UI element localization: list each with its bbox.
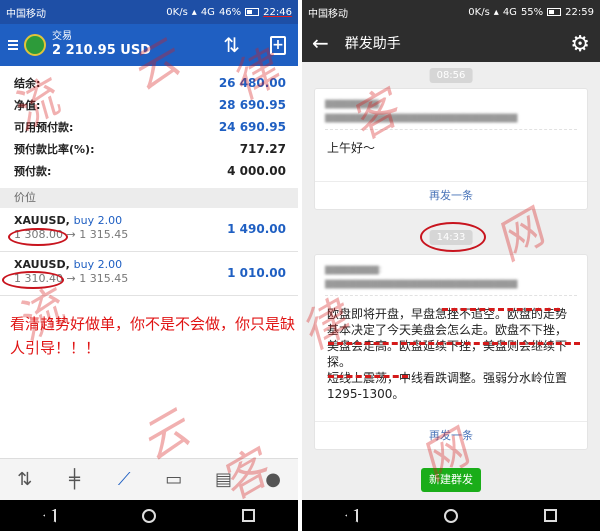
position-profit: 1 490.00 <box>227 222 286 236</box>
position-side: buy 2.00 <box>73 214 123 227</box>
page-title: 群发助手 <box>344 36 401 52</box>
summary-row: 可用预付款: 24 690.95 <box>14 116 286 138</box>
menu-icon[interactable] <box>8 40 18 50</box>
left-screenshot: 中国移动 0K/s ▴ 4G 46% 22:46 交易 2 210.95 USD… <box>0 0 298 531</box>
broadcast-message: 上午好～ <box>327 141 376 155</box>
broadcast-message: 欧盘即将开盘，早盘急挫不追空。欧盘的走势基本决定了今天美盘会怎么走。欧盘不下挫，… <box>327 307 568 401</box>
arrow-icon: → <box>66 228 76 241</box>
chat-icon[interactable]: ● <box>258 469 288 490</box>
quotes-icon[interactable]: ⇅ <box>10 469 40 490</box>
current-price: 1 315.45 <box>79 272 129 285</box>
app-bar: ← 群发助手 ⚙ <box>302 24 600 62</box>
summary-value: 28 690.95 <box>218 98 286 112</box>
bottom-nav: ⇅ ╪ ⟋ ▭ ▤ ● <box>0 458 298 500</box>
account-summary: 结余: 26 480.00 净值: 28 690.95 可用预付款: 24 69… <box>0 66 298 186</box>
gear-icon[interactable]: ⚙ <box>570 32 590 57</box>
broadcast-card: ▆▆▆▆▆▆▆: ▆▆▆▆▆▆▆▆▆▆▆▆▆▆▆▆▆▆▆▆▆▆▆▆▆ 欧盘即将开盘… <box>314 254 588 450</box>
annotation-circle <box>2 271 64 289</box>
app-bar: 交易 2 210.95 USD ⇅ + <box>0 24 298 66</box>
carrier-name: 中国移动 <box>308 8 348 20</box>
annotation-underline <box>442 308 560 311</box>
summary-row: 结余: 26 480.00 <box>14 72 286 94</box>
promo-text: 看清趋势好做单，你不是不会做，你只是缺人引导！！！ <box>10 315 296 357</box>
back-arrow-icon[interactable]: ← <box>312 31 329 55</box>
annotation-circle <box>420 222 486 252</box>
signal-icon: ▴ <box>493 6 499 18</box>
summary-label: 预付款比率(%): <box>14 143 95 156</box>
summary-label: 结余: <box>14 77 41 90</box>
battery-percent: 55% <box>520 6 544 18</box>
account-balance: 2 210.95 USD <box>52 43 151 59</box>
annotation-underline <box>328 342 580 345</box>
summary-value: 26 480.00 <box>218 76 286 90</box>
carrier-name: 中国移动 <box>6 8 46 20</box>
network-type: 4G <box>502 6 517 18</box>
timestamp: 08:56 <box>429 68 473 83</box>
arrow-icon: → <box>66 272 76 285</box>
android-nav-bar <box>0 500 298 531</box>
position-symbol: XAUUSD, <box>14 258 70 271</box>
android-nav-bar <box>302 500 600 531</box>
net-speed: 0K/s <box>166 6 188 18</box>
status-bar: 中国移动 0K/s ▴ 4G 55% 22:59 <box>302 0 600 24</box>
position-profit: 1 010.00 <box>227 266 286 280</box>
recipients-blurred: ▆▆▆▆▆▆▆: ▆▆▆▆▆▆▆▆▆▆▆▆▆▆▆▆▆▆▆▆▆▆▆▆▆ <box>325 98 518 123</box>
summary-row: 净值: 28 690.95 <box>14 94 286 116</box>
home-nav-icon[interactable] <box>142 508 156 523</box>
back-nav-icon[interactable] <box>345 508 358 523</box>
app-logo <box>24 34 46 56</box>
recents-nav-icon[interactable] <box>544 509 557 522</box>
summary-value: 24 690.95 <box>218 120 286 134</box>
chart-icon[interactable]: ╪ <box>59 469 89 490</box>
battery-icon <box>547 8 562 16</box>
resend-button[interactable]: 再发一条 <box>315 421 587 449</box>
summary-value: 717.27 <box>239 142 286 156</box>
trade-icon[interactable]: ⟋ <box>109 469 139 490</box>
sort-icon[interactable]: ⇅ <box>223 33 240 57</box>
battery-icon <box>245 8 260 16</box>
news-icon[interactable]: ▤ <box>208 469 238 490</box>
summary-row: 预付款: 4 000.00 <box>14 160 286 182</box>
summary-label: 预付款: <box>14 165 52 178</box>
resend-button[interactable]: 再发一条 <box>315 181 587 209</box>
new-order-icon[interactable]: + <box>270 35 286 55</box>
inbox-icon[interactable]: ▭ <box>159 469 189 490</box>
recipients-blurred: ▆▆▆▆▆▆▆: ▆▆▆▆▆▆▆▆▆▆▆▆▆▆▆▆▆▆▆▆▆▆▆▆▆ <box>325 264 518 289</box>
position-row[interactable]: XAUUSD, buy 2.00 1 310.40 → 1 315.45 1 0… <box>0 252 298 296</box>
signal-icon: ▴ <box>191 6 197 18</box>
battery-percent: 46% <box>218 6 242 18</box>
summary-row: 预付款比率(%): 717.27 <box>14 138 286 160</box>
back-nav-icon[interactable] <box>43 508 56 523</box>
position-row[interactable]: XAUUSD, buy 2.00 1 308.00 → 1 315.45 1 4… <box>0 208 298 252</box>
status-time: 22:59 <box>565 6 594 18</box>
summary-label: 可用预付款: <box>14 121 74 134</box>
status-bar: 中国移动 0K/s ▴ 4G 46% 22:46 <box>0 0 298 24</box>
summary-label: 净值: <box>14 99 41 112</box>
position-side: buy 2.00 <box>73 258 123 271</box>
section-header: 价位 <box>0 188 298 208</box>
recents-nav-icon[interactable] <box>242 509 255 522</box>
current-price: 1 315.45 <box>79 228 129 241</box>
net-speed: 0K/s <box>468 6 490 18</box>
annotation-underline <box>328 375 408 378</box>
right-screenshot: 中国移动 0K/s ▴ 4G 55% 22:59 ← 群发助手 ⚙ 08:56 … <box>302 0 600 531</box>
new-broadcast-button[interactable]: 新建群发 <box>421 468 481 492</box>
annotation-circle <box>8 228 68 246</box>
home-nav-icon[interactable] <box>444 508 458 523</box>
network-type: 4G <box>200 6 215 18</box>
summary-value: 4 000.00 <box>227 164 286 178</box>
account-label: 交易 <box>52 31 72 43</box>
position-symbol: XAUUSD, <box>14 214 70 227</box>
broadcast-card: ▆▆▆▆▆▆▆: ▆▆▆▆▆▆▆▆▆▆▆▆▆▆▆▆▆▆▆▆▆▆▆▆▆ 上午好～ 再… <box>314 88 588 210</box>
status-time: 22:46 <box>263 6 292 18</box>
